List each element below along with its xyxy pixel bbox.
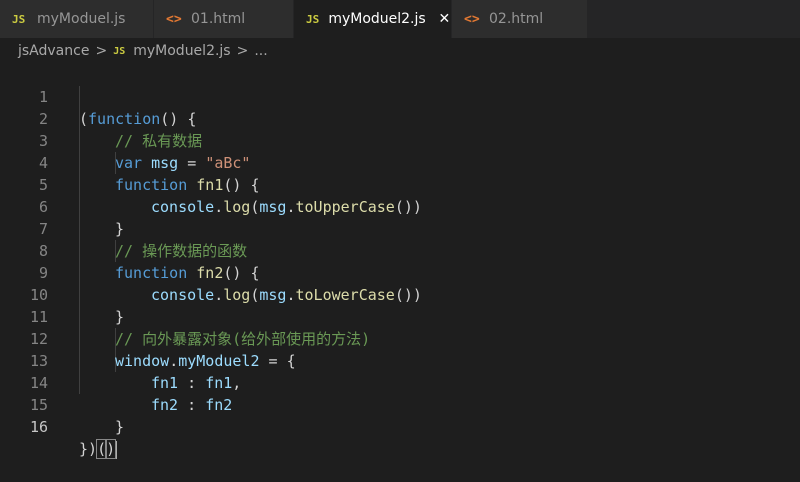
code-line: 15 } bbox=[0, 372, 800, 436]
tab-label: 02.html bbox=[489, 11, 544, 27]
code-line: 6 } bbox=[0, 174, 800, 238]
code-line: 9 console.log(msg.toLowerCase()) bbox=[0, 240, 800, 304]
line-content: })() bbox=[79, 439, 118, 459]
code-editor[interactable]: 1 (function() { 2 // 私有数据 3 var msg = "a… bbox=[0, 64, 800, 459]
code-line: 8 function fn2() { bbox=[0, 218, 800, 282]
code-line: 16 })() bbox=[0, 394, 800, 459]
code-line: 1 (function() { bbox=[0, 64, 800, 128]
chevron-right-icon: > bbox=[95, 43, 108, 59]
code-line: 3 var msg = "aBc" bbox=[0, 108, 800, 172]
tab-label: myModuel2.js bbox=[328, 11, 426, 27]
code-line: 7 // 操作数据的函数 bbox=[0, 196, 800, 260]
breadcrumb-file[interactable]: myModuel2.js bbox=[133, 43, 230, 59]
breadcrumb: jsAdvance > JS myModuel2.js > ... bbox=[0, 38, 800, 64]
breadcrumb-folder[interactable]: jsAdvance bbox=[18, 43, 89, 59]
line-content: } bbox=[115, 418, 125, 436]
code-line: 4 function fn1() { bbox=[0, 130, 800, 194]
tab-02-html[interactable]: <> 02.html bbox=[452, 0, 588, 38]
tab-01-html[interactable]: <> 01.html bbox=[154, 0, 294, 38]
tab-label: 01.html bbox=[191, 11, 246, 27]
chevron-right-icon: > bbox=[236, 43, 249, 59]
js-file-icon: JS bbox=[306, 12, 320, 26]
text-cursor bbox=[115, 440, 118, 459]
tab-mymoduel2-js[interactable]: JS myModuel2.js ✕ bbox=[294, 0, 452, 38]
html-file-icon: <> bbox=[166, 11, 182, 27]
code-line: 14 fn2 : fn2 bbox=[0, 350, 800, 414]
html-file-icon: <> bbox=[464, 11, 480, 27]
code-line: 13 fn1 : fn1, bbox=[0, 328, 800, 392]
js-file-icon: JS bbox=[12, 12, 26, 26]
line-number: 16 bbox=[29, 418, 48, 436]
tab-label: myModuel.js bbox=[37, 11, 126, 27]
code-line: 5 console.log(msg.toUpperCase()) bbox=[0, 152, 800, 216]
js-file-icon: JS bbox=[113, 45, 126, 57]
code-line: 10 } bbox=[0, 262, 800, 326]
breadcrumb-symbols[interactable]: ... bbox=[254, 43, 267, 59]
close-icon[interactable]: ✕ bbox=[438, 11, 451, 27]
code-line: 11 // 向外暴露对象(给外部使用的方法) bbox=[0, 284, 800, 348]
tab-mymoduel-js[interactable]: JS myModuel.js bbox=[0, 0, 154, 38]
tab-bar: JS myModuel.js <> 01.html JS myModuel2.j… bbox=[0, 0, 800, 38]
code-line: 2 // 私有数据 bbox=[0, 86, 800, 150]
code-line: 12 window.myModuel2 = { bbox=[0, 306, 800, 370]
